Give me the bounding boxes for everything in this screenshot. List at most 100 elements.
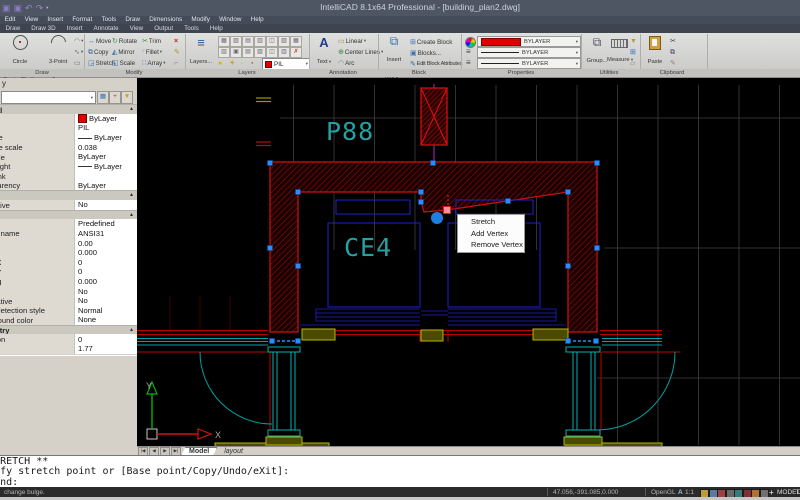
save-as-icon[interactable]: ▣ (14, 3, 23, 13)
cut-icon[interactable]: ✂ (670, 36, 676, 46)
layer-freeze-icon[interactable]: ▫ (240, 58, 242, 68)
cursor-pick-point[interactable] (431, 212, 443, 224)
select-entities-button[interactable]: + (109, 91, 121, 104)
lineweight-icon: ≡ (466, 47, 471, 56)
layer-state-icon[interactable]: ▦ (218, 36, 230, 47)
layer-state-icon[interactable]: ▧ (254, 47, 266, 58)
menu-window[interactable]: Window (214, 16, 246, 24)
drawing-canvas[interactable]: P88 CE4 Y X (137, 78, 800, 446)
menu-modify[interactable]: Modify (187, 16, 215, 24)
array-button[interactable]: ∷Array▾ (142, 58, 166, 68)
move-button[interactable]: ↔Move (88, 36, 111, 46)
menu-insert[interactable]: Insert (43, 16, 68, 24)
create-block-button[interactable]: ⊞Create Block (410, 37, 452, 47)
qat-dropdown-icon[interactable]: ▾ (46, 3, 48, 13)
delete-button[interactable]: × (174, 36, 178, 46)
annotation-scale-icon[interactable]: A (678, 489, 683, 496)
door-jambs[interactable] (268, 347, 600, 436)
edit-pencil-button[interactable]: ✎ (174, 47, 180, 57)
menu-help[interactable]: Help (246, 16, 268, 24)
scale-button[interactable]: ◱Scale (112, 58, 135, 68)
text-button[interactable]: A Text ▾ (312, 35, 336, 68)
fillet-button[interactable]: ◜Fillet▾ (142, 47, 162, 57)
layer-state-icon[interactable]: ◫ (266, 36, 278, 47)
command-line-window[interactable]: ** STRETCH **Specify stretch point or [B… (0, 455, 800, 488)
menu-tools[interactable]: Tools (97, 16, 121, 24)
ellipse-tool-button[interactable]: ◠▾ (74, 36, 83, 46)
trim-button[interactable]: ✂Trim (142, 36, 161, 46)
rotate-button[interactable]: ↻Rotate (112, 36, 137, 46)
annotation-scale-value[interactable]: 1:1 (685, 489, 694, 496)
ribbon-tab-output[interactable]: Output (149, 24, 179, 33)
mirror-button[interactable]: ◭Mirror (112, 47, 135, 57)
ribbon-tab-help[interactable]: Help (204, 24, 228, 33)
layer-state-icon[interactable]: ▨ (278, 36, 290, 47)
save-icon[interactable]: ▣ (2, 3, 11, 13)
linetype-control-dropdown[interactable]: BYLAYER▾ (477, 58, 581, 69)
copy-clip-icon[interactable]: ⧉ (670, 47, 675, 57)
format-brush-icon[interactable]: ✎ (670, 58, 676, 68)
title-bar[interactable]: ▣ ▣ ↶ ↷ ▾ IntelliCAD 8.1x64 Professional… (0, 0, 800, 16)
layer-state-icon[interactable]: ◫ (266, 47, 278, 58)
explode-button[interactable]: ⌐ (174, 58, 178, 68)
property-row[interactable]: Area1.77 (0, 344, 137, 355)
layer-state-icon[interactable]: ▣ (230, 47, 242, 58)
linear-dimension-button[interactable]: ▭Linear▾ (338, 36, 366, 46)
layer-state-icon[interactable]: ▥ (278, 47, 290, 58)
menu-edit[interactable]: Edit (0, 16, 20, 24)
page-icon[interactable]: ▱ (630, 58, 635, 68)
ribbon-tab-draw[interactable]: Draw (0, 24, 26, 33)
undo-icon[interactable]: ↶ (25, 3, 33, 13)
menu-view[interactable]: View (20, 16, 43, 24)
filter-properties-button[interactable]: ▼ (121, 91, 133, 104)
layer-state-icon[interactable]: ▧ (230, 36, 242, 47)
edit-block-attributes-button[interactable]: ✎Edit Block Attributes (410, 59, 462, 69)
lineweight-control-dropdown[interactable]: BYLAYER▾ (477, 47, 581, 58)
rectangle-tool-button[interactable]: ▭ (74, 58, 81, 68)
context-menu-item-add-vertex[interactable]: Add Vertex (458, 228, 524, 240)
layer-state-icon[interactable]: ▥ (254, 36, 266, 47)
color-control-dropdown[interactable]: BYLAYER▾ (477, 36, 581, 47)
menu-draw[interactable]: Draw (121, 16, 145, 24)
layer-state-icon[interactable]: ▥ (218, 47, 230, 58)
ribbon-tab-view[interactable]: View (124, 24, 149, 33)
paste-button[interactable]: Paste (644, 35, 666, 68)
layer-state-icon[interactable]: ▦ (290, 36, 302, 47)
menu-format[interactable]: Format (68, 16, 97, 24)
layer-state-icon[interactable]: ▤ (242, 36, 254, 47)
redo-icon[interactable]: ↷ (36, 3, 44, 13)
hatched-wall[interactable] (270, 162, 597, 332)
ribbon-tab-draw3d[interactable]: Draw 3D (26, 24, 62, 33)
spline-tool-button[interactable]: ∿▾ (74, 47, 83, 57)
selection-combobox[interactable]: ▾ (1, 91, 96, 104)
cyan-rails[interactable] (137, 339, 662, 346)
layer-state-icon[interactable]: ▤ (242, 47, 254, 58)
hot-grip[interactable] (444, 207, 451, 214)
blocks-button[interactable]: ▣Blocks... (410, 48, 441, 58)
ribbon-tab-insert[interactable]: Insert (61, 24, 88, 33)
arc-dimension-button[interactable]: ◠Arc (338, 58, 354, 68)
label-p88[interactable]: P88 (326, 117, 374, 146)
quick-select-button[interactable]: ▦ (97, 91, 109, 104)
door-swing-arcs[interactable] (200, 352, 675, 430)
layers-button[interactable]: ≡ Layers... (188, 36, 214, 68)
quick-calc-icon[interactable]: ⊞ (630, 47, 636, 57)
copy-button[interactable]: ⧉Copy (88, 47, 108, 57)
center-lines-button[interactable]: ⊕Center Lines▾ (338, 47, 383, 57)
renderer-label[interactable]: OpenGL (651, 489, 676, 496)
ribbon-tab-tools[interactable]: Tools (179, 24, 205, 33)
layer-delete-icon[interactable]: ✗ (290, 47, 302, 58)
plus-icon[interactable]: + (769, 488, 774, 497)
hatched-column[interactable] (421, 88, 447, 145)
layer-thaw-icon[interactable]: ☀ (229, 58, 235, 68)
filter-icon[interactable]: ▼ (630, 36, 637, 46)
menu-dimensions[interactable]: Dimensions (145, 16, 187, 24)
layer-lock-icon[interactable]: ▪ (251, 58, 253, 68)
context-menu-item-remove-vertex[interactable]: Remove Vertex (458, 239, 524, 251)
layer-on-icon[interactable]: ● (218, 58, 222, 68)
ribbon-tab-annotate[interactable]: Annotate (88, 24, 124, 33)
label-ce4[interactable]: CE4 (344, 233, 392, 262)
context-menu-item-stretch[interactable]: Stretch (458, 216, 524, 228)
coordinates-display[interactable]: 47.056,-391.085,0.000 (553, 489, 618, 496)
measure-button[interactable]: Measure ▾ (607, 36, 631, 66)
